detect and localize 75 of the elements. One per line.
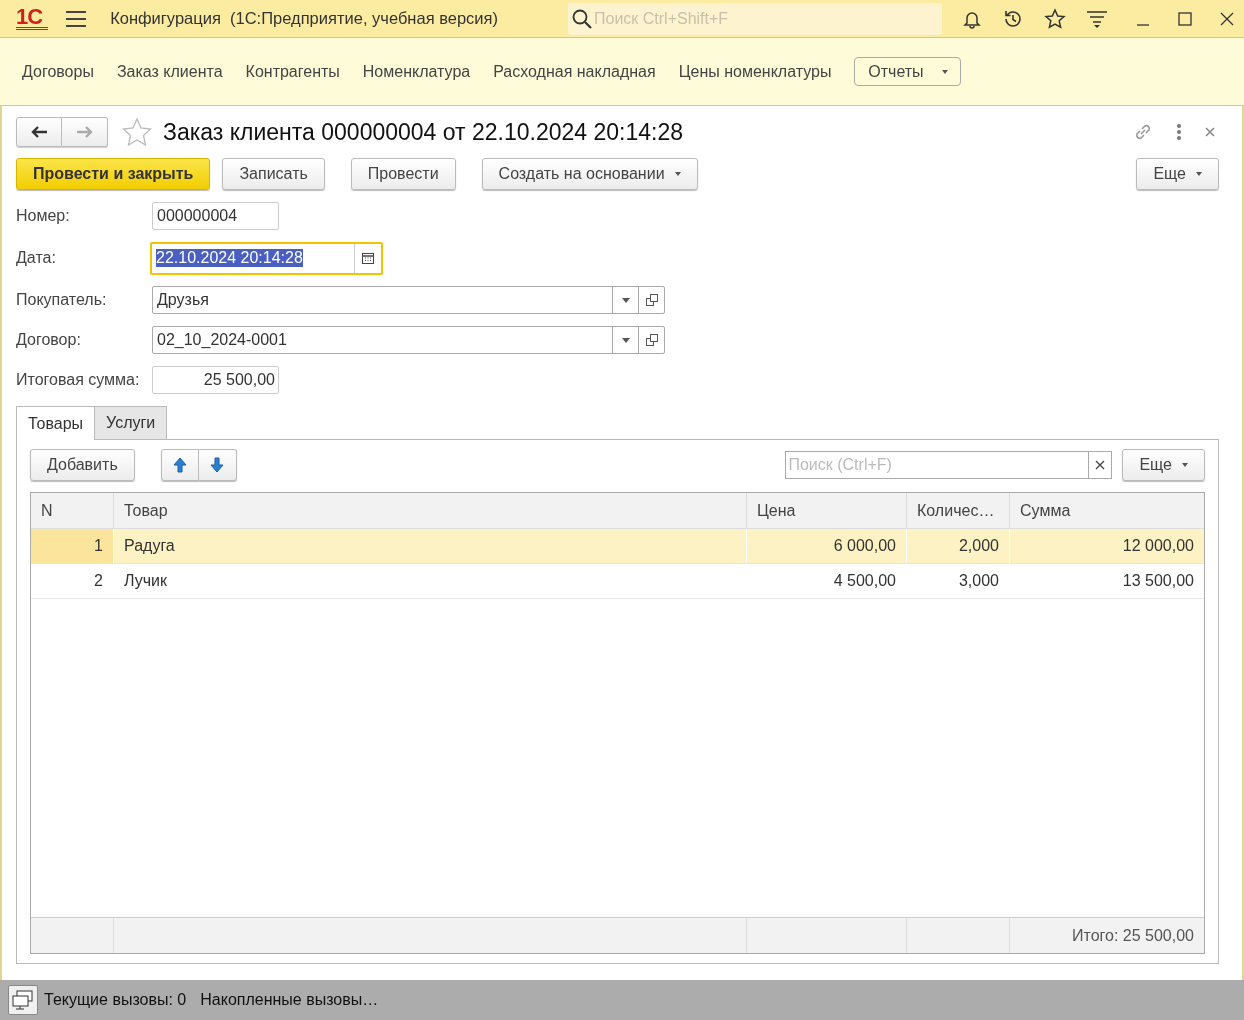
- arrow-down-icon: [210, 457, 225, 473]
- back-button[interactable]: [16, 117, 62, 147]
- move-up-button[interactable]: [160, 449, 199, 481]
- section-link[interactable]: Заказ клиента: [116, 62, 223, 81]
- maximize-icon[interactable]: [1178, 11, 1192, 26]
- arrow-left-icon: [30, 125, 48, 139]
- window-title: Конфигурация (1С:Предприятие, учебная версия): [110, 9, 498, 28]
- table-cell-text: 3,000: [957, 571, 1000, 591]
- section-link[interactable]: Номенклатура: [362, 62, 471, 81]
- calendar-icon[interactable]: [362, 252, 374, 264]
- arrow-up-icon: [172, 457, 187, 473]
- arrow-right-icon: [75, 125, 94, 139]
- field-label: Итоговая сумма:: [16, 371, 141, 389]
- table-cell-text: 13 500,00: [1121, 571, 1195, 591]
- table-cell-text: 4 500,00: [832, 571, 897, 591]
- more-vertical-icon[interactable]: [1176, 123, 1182, 141]
- reports-button[interactable]: Отчеты: [854, 57, 962, 86]
- star-icon[interactable]: [1044, 7, 1066, 30]
- command-button[interactable]: Провести и закрыть: [16, 158, 211, 190]
- move-down-button[interactable]: [198, 449, 237, 481]
- more-button[interactable]: Еще: [1136, 158, 1219, 190]
- table-cell: 2,000: [907, 529, 1010, 563]
- field-label: Номер:: [16, 207, 71, 225]
- caret-icon: [1182, 463, 1188, 467]
- filter-icon[interactable]: [1086, 8, 1108, 29]
- field-label: Покупатель:: [16, 291, 108, 309]
- monitor-button[interactable]: [8, 985, 38, 1015]
- open-window-icon[interactable]: [645, 334, 658, 346]
- total-text: Итого: 25 500,00: [1072, 926, 1194, 945]
- input-field[interactable]: 22.10.2024 20:14:28: [150, 241, 383, 275]
- caret-icon: [941, 69, 948, 74]
- dropdown-icon[interactable]: [621, 297, 630, 303]
- table-cell: Радуга: [114, 529, 747, 563]
- table-cell-text: Лучик: [123, 571, 168, 591]
- command-button[interactable]: Создать на основании: [481, 158, 698, 190]
- status-text: Текущие вызовы: 0: [44, 991, 187, 1009]
- input-field[interactable]: Друзья: [152, 286, 665, 314]
- column-header[interactable]: Сумма: [1010, 493, 1204, 528]
- table-cell-text: 12 000,00: [1121, 536, 1195, 556]
- table-cell: 1: [31, 529, 114, 563]
- field-label: Дата:: [16, 249, 57, 267]
- close-icon[interactable]: [1220, 11, 1234, 26]
- section-link[interactable]: Расходная накладная: [493, 62, 656, 81]
- field-label: Договор:: [16, 331, 82, 349]
- section-link[interactable]: Цены номенклатуры: [678, 62, 832, 81]
- input-field[interactable]: 25 500,00: [152, 366, 279, 394]
- status-link[interactable]: Накопленные вызовы…: [200, 991, 379, 1009]
- table-cell: 6 000,00: [747, 529, 907, 563]
- input-field[interactable]: 02_10_2024-0001: [152, 326, 665, 354]
- table-row[interactable]: 2 Лучик 4 500,00 3,000 13 500,00: [31, 564, 1204, 599]
- column-header[interactable]: Цена: [747, 493, 907, 528]
- clear-icon[interactable]: [1095, 460, 1106, 470]
- tab[interactable]: Услуги: [95, 406, 168, 439]
- input-field[interactable]: 000000004: [152, 202, 279, 230]
- table-cell-text: 2: [93, 571, 104, 591]
- app-logo: 1С: [16, 7, 49, 30]
- favorite-star-icon[interactable]: [121, 117, 153, 147]
- caret-icon: [1196, 172, 1202, 176]
- caret-icon: [674, 172, 681, 176]
- search-field[interactable]: Поиск (Ctrl+F): [785, 451, 1089, 479]
- tab[interactable]: Товары: [16, 406, 96, 440]
- column-header[interactable]: Товар: [114, 493, 747, 528]
- add-button[interactable]: Добавить: [30, 449, 135, 481]
- command-button[interactable]: Записать: [222, 158, 325, 190]
- column-header[interactable]: N: [31, 493, 114, 528]
- section-link[interactable]: Договоры: [22, 62, 94, 81]
- form-title: Заказ клиента 000000004 от 22.10.2024 20:14:28: [163, 118, 683, 146]
- dropdown-icon[interactable]: [621, 337, 630, 343]
- column-header[interactable]: Количес…: [907, 493, 1010, 528]
- table-row[interactable]: 1 Радуга 6 000,00 2,000 12 000,00: [31, 529, 1204, 564]
- command-button[interactable]: Провести: [350, 158, 456, 190]
- more-button[interactable]: Еще: [1122, 449, 1205, 481]
- open-window-icon[interactable]: [645, 294, 658, 306]
- section-link[interactable]: Контрагенты: [245, 62, 340, 81]
- menu-icon[interactable]: [66, 10, 87, 27]
